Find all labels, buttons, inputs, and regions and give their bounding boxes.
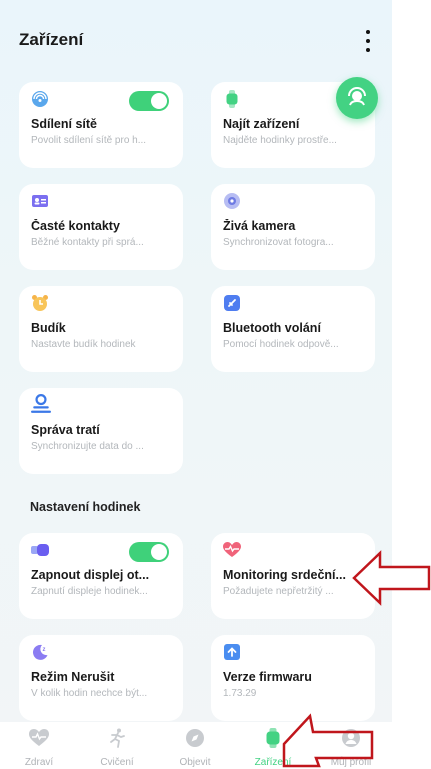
card-raise-wrist-display[interactable]: Zapnout displej ot... Zapnutí displeje h… [19,533,183,619]
card-name: Živá kamera [223,219,296,233]
page-title: Zařízení [19,30,84,49]
more-menu-icon[interactable] [357,28,379,54]
watch-icon [226,90,238,108]
annotation-arrow-left [352,550,431,606]
card-desc: Nastavte budík hodinek [31,339,136,350]
card-desc: Povolit sdílení sítě pro h... [31,135,147,146]
card-desc: Synchronizujte data do ... [31,441,144,452]
card-desc: Najděte hodinky prostře... [223,135,337,146]
header: Zařízení [19,28,379,54]
card-alarm[interactable]: Budík Nastavte budík hodinek [19,286,183,372]
tab-exercise[interactable]: Cvičení [78,722,156,769]
card-name: Správa tratí [31,423,100,437]
tab-label: Zdraví [24,757,54,768]
tab-health[interactable]: Zdraví [0,722,78,769]
card-name: Najít zařízení [223,117,300,131]
card-route-management[interactable]: Správa tratí Synchronizujte data do ... [19,388,183,474]
card-desc: 1.73.29 [223,688,257,699]
firmware-upload-icon [224,644,240,660]
card-firmware-version[interactable]: Verze firmwaru 1.73.29 [211,635,375,721]
card-name: Budík [31,321,66,335]
card-name: Verze firmwaru [223,670,312,684]
card-desc: Synchronizovat fotogra... [223,237,334,248]
bluetooth-call-icon [224,295,240,311]
tab-label: Objevit [179,757,211,768]
card-name: Režim Nerušit [31,670,115,684]
heart-icon [29,729,49,746]
card-heart-rate-monitoring[interactable]: Monitoring srdeční... Požadujete nepřetr… [211,533,375,619]
running-icon [110,728,125,748]
tab-discover[interactable]: Objevit [156,722,234,769]
support-agent-icon [348,87,366,106]
card-desc: Pomocí hodinek odpově... [223,339,339,350]
card-do-not-disturb[interactable]: z Režim Nerušit V kolik hodin nechce být… [19,635,183,721]
card-desc: V kolik hodin nechce být... [31,688,148,699]
card-name: Zapnout displej ot... [31,568,150,582]
route-icon [31,394,51,413]
do-not-disturb-moon-icon: z [32,644,48,660]
contact-card-icon [32,195,48,207]
card-name: Sdílení sítě [31,117,97,131]
card-bluetooth-call[interactable]: Bluetooth volání Pomocí hodinek odpově..… [211,286,375,372]
raise-wrist-icon [31,544,49,556]
find-device-fab[interactable] [336,77,378,119]
card-live-camera[interactable]: Živá kamera Synchronizovat fotogra... [211,184,375,270]
card-desc: Běžné kontakty při sprá... [31,237,144,248]
card-name: Časté kontakty [31,219,120,233]
network-share-toggle[interactable] [129,91,169,111]
section-title-watch-settings: Nastavení hodinek [30,500,141,514]
compass-icon [186,729,204,747]
device-screen: Zařízení Sdílení sítě Povolit sdílení sí… [0,0,392,769]
card-frequent-contacts[interactable]: Časté kontakty Běžné kontakty při sprá..… [19,184,183,270]
card-desc: Zapnutí displeje hodinek... [31,586,148,597]
network-share-icon [32,91,48,107]
alarm-clock-icon [32,295,48,311]
camera-icon [224,193,240,209]
card-desc: Požadujete nepřetržitý ... [223,586,334,597]
heart-rate-icon [223,542,241,557]
card-name: Monitoring srdeční... [223,568,346,582]
raise-wrist-toggle[interactable] [129,542,169,562]
card-name: Bluetooth volání [223,321,321,335]
annotation-arrow-tab [282,713,374,768]
card-network-share[interactable]: Sdílení sítě Povolit sdílení sítě pro h.… [19,82,183,168]
svg-text:z: z [43,647,46,653]
tab-label: Cvičení [100,757,134,768]
